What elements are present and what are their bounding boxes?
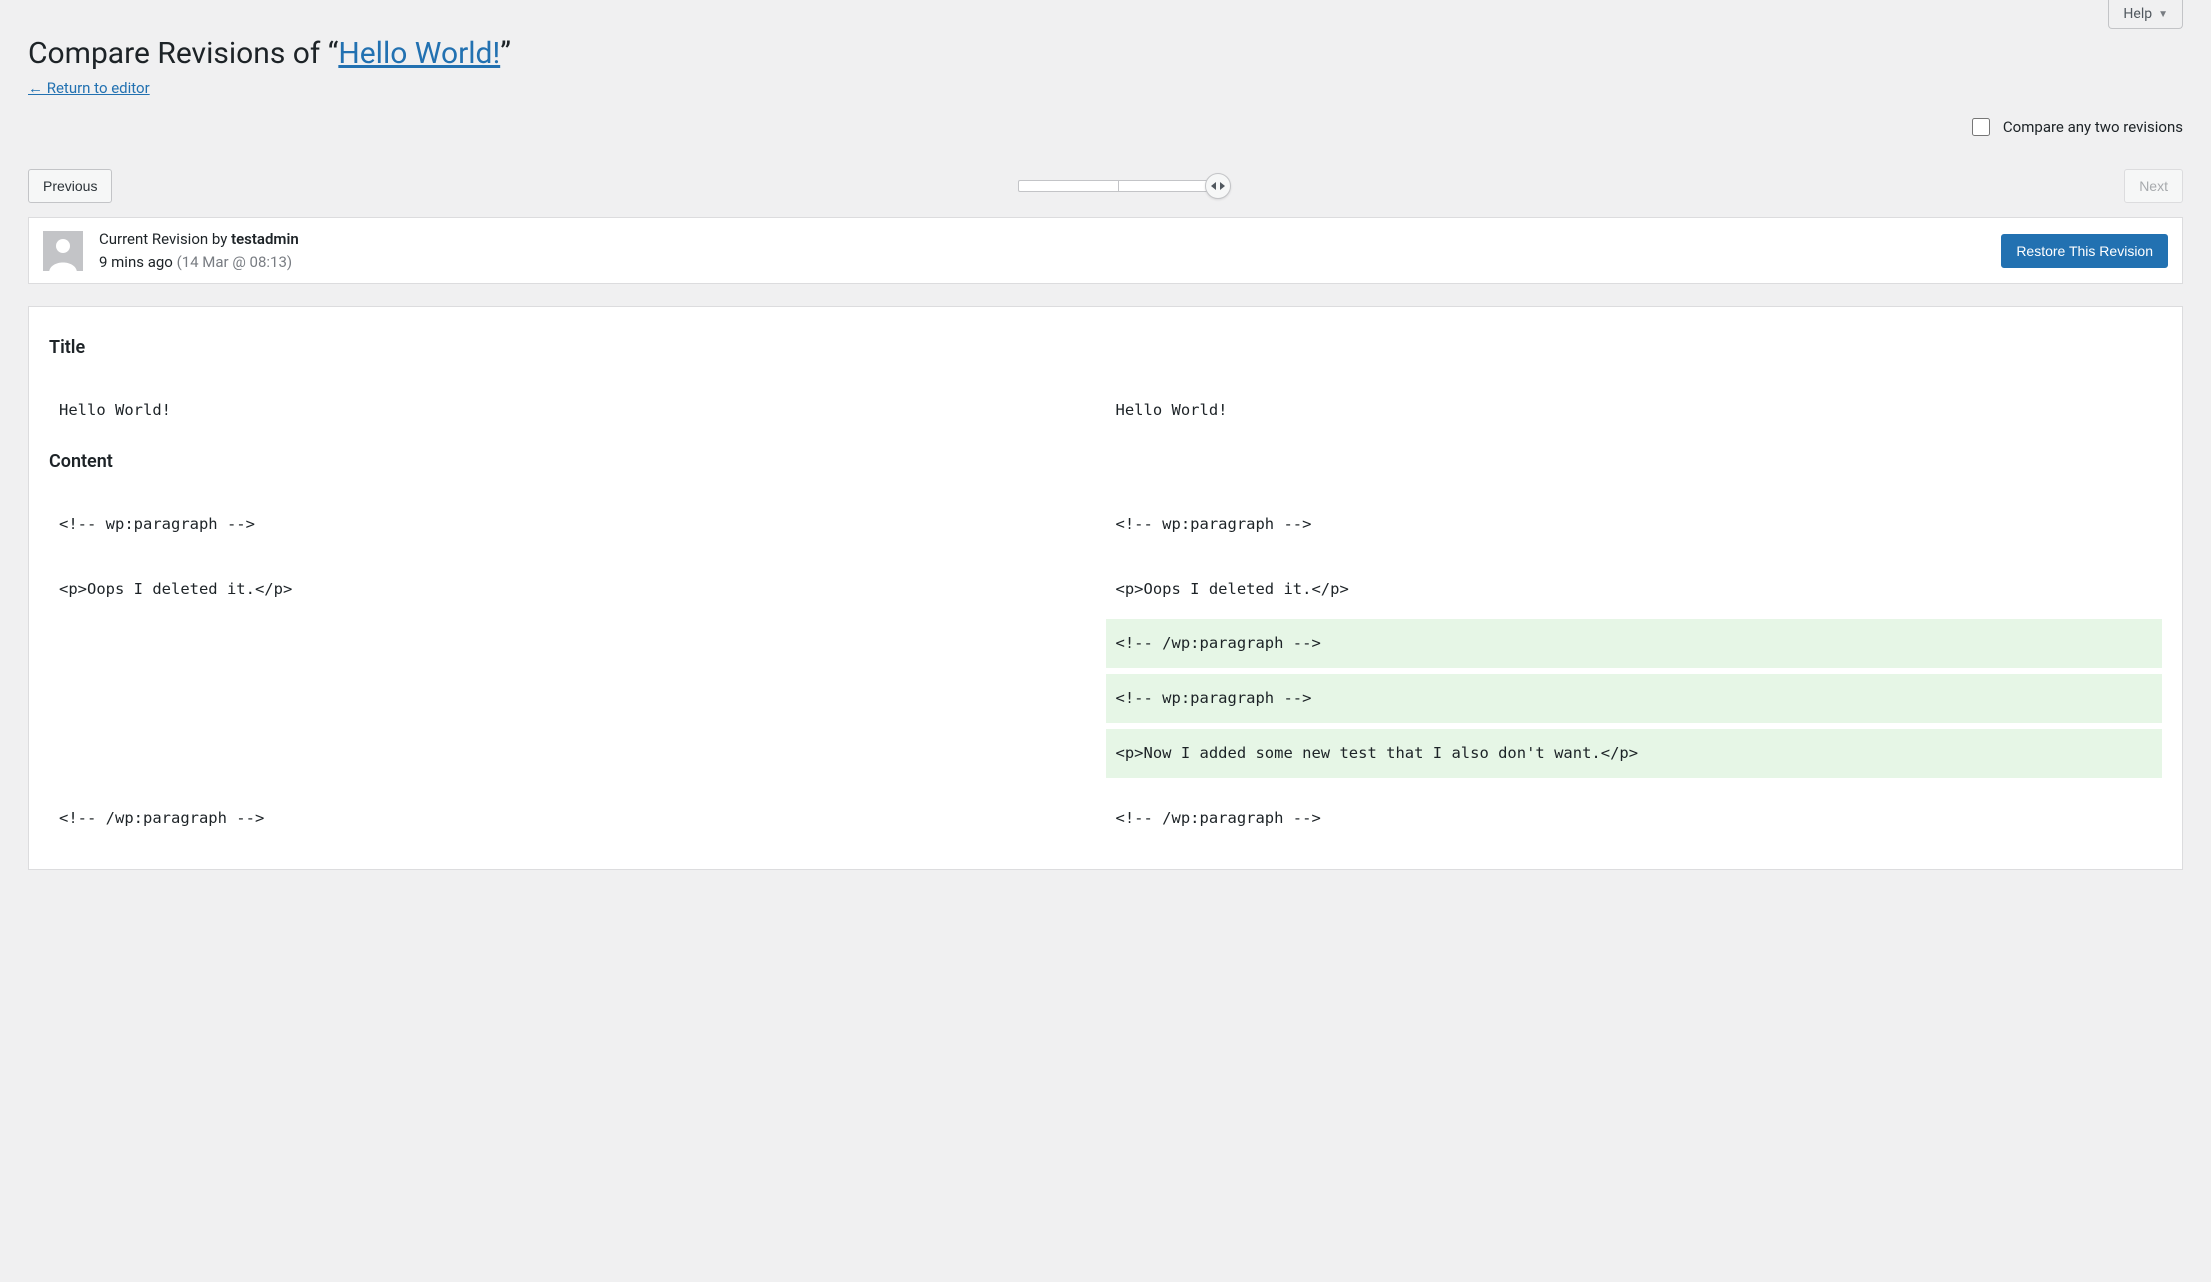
- diff-section-heading: Content: [49, 451, 2162, 472]
- diff-right-cell: <!-- wp:paragraph -->: [1106, 674, 2163, 723]
- revision-toolbar: Previous Next: [28, 169, 2183, 203]
- diff-left-cell: <!-- /wp:paragraph -->: [49, 794, 1106, 843]
- page-title-prefix: Compare Revisions of “: [28, 36, 338, 71]
- slider-handle[interactable]: [1205, 173, 1231, 199]
- page-title: Compare Revisions of “Hello World!”: [28, 34, 2183, 73]
- compare-any-checkbox[interactable]: [1972, 118, 1990, 136]
- diff-right-cell: Hello World!: [1106, 386, 2163, 435]
- post-title-link[interactable]: Hello World!: [338, 36, 500, 71]
- diff-spacer: [49, 784, 2162, 788]
- diff-left-cell: <!-- wp:paragraph -->: [49, 500, 1106, 549]
- byline-prefix: Current Revision by: [99, 230, 231, 248]
- diff-right-cell: <!-- /wp:paragraph -->: [1106, 619, 2163, 668]
- return-to-editor-link[interactable]: ← Return to editor: [28, 79, 150, 97]
- revision-byline: Current Revision by testadmin: [99, 228, 1985, 251]
- revision-meta: Current Revision by testadmin 9 mins ago…: [28, 217, 2183, 284]
- diff-panel: Title Hello World!Hello World! Content <!--…: [28, 306, 2183, 870]
- help-tab[interactable]: Help ▼: [2108, 0, 2183, 29]
- revision-slider[interactable]: [1018, 180, 1218, 192]
- user-icon: [43, 231, 83, 271]
- diff-left-cell: <p>Oops I deleted it.</p>: [49, 565, 1106, 614]
- diff-right-cell: <!-- wp:paragraph -->: [1106, 500, 2163, 549]
- diff-left-cell: Hello World!: [49, 386, 1106, 435]
- revision-absolute-time: (14 Mar @ 08:13): [177, 253, 293, 271]
- chevron-down-icon: ▼: [2158, 9, 2168, 20]
- diff-section-heading: Title: [49, 337, 2162, 358]
- diff-left-cell: [49, 619, 1106, 668]
- diff-left-cell: [49, 729, 1106, 778]
- previous-button[interactable]: Previous: [28, 169, 112, 203]
- help-tab-label: Help: [2123, 6, 2152, 22]
- revision-relative-time: 9 mins ago: [99, 253, 173, 271]
- diff-table: Hello World!Hello World!: [49, 380, 2162, 441]
- compare-any-label[interactable]: Compare any two revisions: [2003, 118, 2183, 136]
- slider-tick: [1118, 180, 1119, 192]
- page-title-suffix: ”: [500, 36, 511, 71]
- next-button: Next: [2124, 169, 2183, 203]
- diff-right-cell: <p>Oops I deleted it.</p>: [1106, 565, 2163, 614]
- revision-timestamp: 9 mins ago (14 Mar @ 08:13): [99, 251, 1985, 274]
- avatar: [43, 231, 83, 271]
- restore-revision-button[interactable]: Restore This Revision: [2001, 234, 2168, 268]
- diff-spacer: [49, 555, 2162, 559]
- diff-right-cell: <!-- /wp:paragraph -->: [1106, 794, 2163, 843]
- diff-table: <!-- wp:paragraph --><!-- wp:paragraph -…: [49, 494, 2162, 849]
- diff-left-cell: [49, 674, 1106, 723]
- diff-right-cell: <p>Now I added some new test that I also…: [1106, 729, 2163, 778]
- revision-author: testadmin: [231, 230, 299, 248]
- drag-handle-icon: [1211, 181, 1225, 191]
